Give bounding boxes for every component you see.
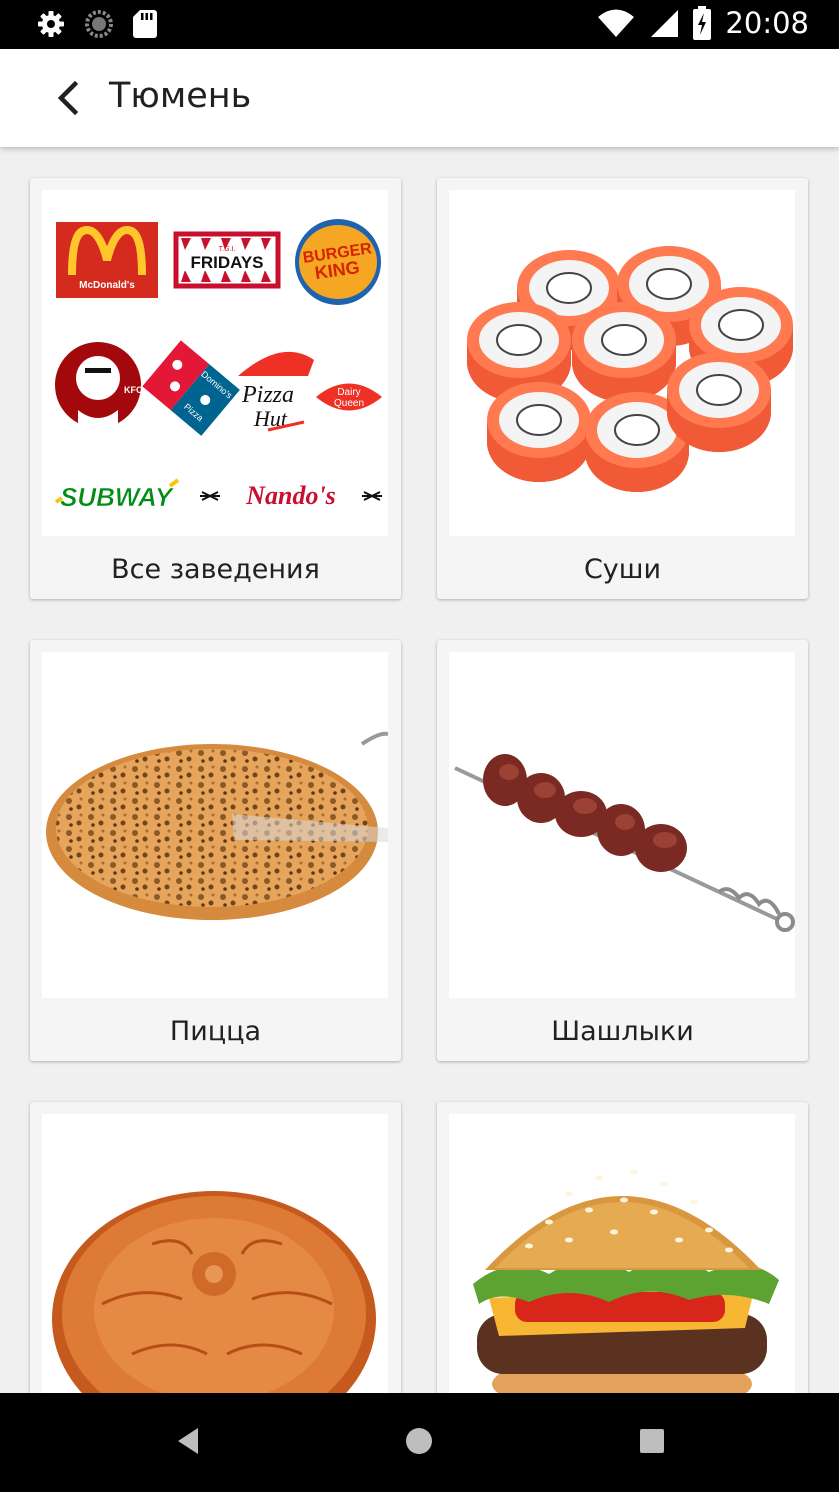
sd-card-icon [133,10,157,38]
page-title: Тюмень [109,76,252,116]
sync-icon [85,10,113,38]
nandos-text: Nando's [245,481,336,510]
category-card-burger[interactable] [437,1102,808,1393]
fridays-text: FRIDAYS [190,253,263,272]
fridays-small-text: T.G.I. [219,246,236,253]
category-card-all[interactable]: McDonald's T.G.I. FRIDAYS BURGER KING KF… [30,178,401,599]
settings-icon [38,11,64,37]
status-bar: 20:08 [0,0,839,49]
restaurant-logos-image: McDonald's T.G.I. FRIDAYS BURGER KING KF… [42,190,388,536]
category-card-pizza[interactable]: Пицца [30,640,401,1061]
sushi-image [449,190,795,536]
back-button[interactable] [44,73,92,123]
kfc-logo: KFC [55,342,143,428]
arrow-back-icon [57,81,79,115]
kfc-text: KFC [124,385,143,395]
system-nav-bar [0,1393,839,1492]
pizza-hut-logo: Pizza Hut [238,351,314,432]
pizza-image [42,652,388,998]
subway-logo: SUBWAY [54,478,180,512]
pie-image [42,1114,388,1393]
clock-time: 20:08 [725,6,809,40]
dq-text-2: Queen [334,398,364,409]
category-card-shashlik[interactable]: Шашлыки [437,640,808,1061]
category-label: Суши [583,554,662,585]
recents-square-icon[interactable] [638,1425,666,1457]
pizzahut-text-1: Pizza [241,382,294,408]
category-grid: McDonald's T.G.I. FRIDAYS BURGER KING KF… [0,147,839,1393]
dairy-queen-logo: Dairy Queen [316,383,382,411]
wifi-icon [598,9,635,37]
shashlik-image [449,652,795,998]
subway-text: SUBWAY [60,482,175,512]
category-label: Пицца [169,1016,262,1047]
back-triangle-icon[interactable] [174,1425,202,1457]
category-card-sushi[interactable]: Суши [437,178,808,599]
category-label: Все заведения [111,554,320,585]
fridays-logo: T.G.I. FRIDAYS [173,231,281,289]
mcdonalds-logo: McDonald's [56,222,158,298]
nandos-logo: Nando's [200,481,382,510]
burger-king-logo: BURGER KING [295,219,381,305]
signal-icon [651,10,679,37]
category-label: Шашлыки [551,1016,694,1047]
home-circle-icon[interactable] [405,1425,433,1457]
burger-image [449,1114,795,1393]
dominos-logo: Domino's Pizza [142,340,240,436]
battery-charging-icon [693,6,712,40]
mcdonalds-text: McDonald's [79,280,135,291]
category-card-pie[interactable] [30,1102,401,1393]
dq-text-1: Dairy [337,387,360,398]
app-bar: Тюмень [0,49,839,147]
